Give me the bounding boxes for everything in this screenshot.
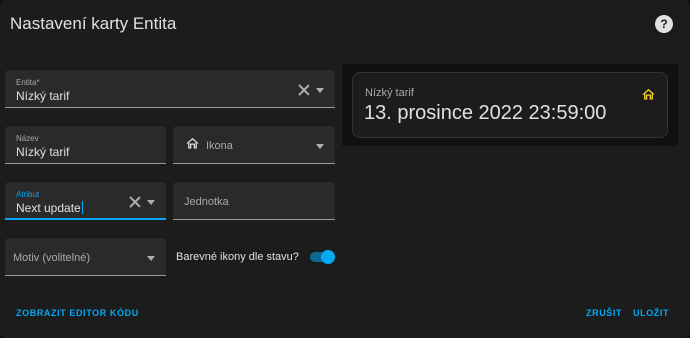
state-color-label: Barevné ikony dle stavu? (176, 251, 299, 263)
icon-picker-placeholder: Ikona (206, 140, 233, 152)
theme-dropdown-icon[interactable] (147, 256, 155, 261)
theme-select[interactable]: Motiv (volitelné) (5, 238, 166, 276)
attribute-field[interactable]: Atribut Next update (5, 182, 166, 220)
state-color-toggle[interactable] (321, 250, 335, 264)
home-outline-icon (186, 137, 199, 149)
icon-dropdown-icon[interactable] (316, 144, 324, 149)
clear-attribute-icon[interactable] (129, 196, 141, 208)
theme-select-placeholder: Motiv (volitelné) (13, 252, 91, 264)
preview-entity-name: Nízký tarif (365, 87, 414, 99)
attribute-field-value: Next update (16, 201, 81, 215)
name-field-label: Název (16, 134, 39, 143)
entity-field-value: Nízký tarif (16, 89, 70, 103)
attribute-field-label: Atribut (16, 190, 40, 199)
icon-picker-field[interactable]: Ikona (173, 126, 335, 164)
text-caret (81, 201, 83, 214)
preview-entity-state: 13. prosince 2022 23:59:00 (364, 102, 607, 124)
save-button[interactable]: ULOŽIT (633, 308, 669, 318)
card-config-dialog: Nastavení karty Entita ? Entita* Nízký t… (0, 0, 690, 338)
home-outline-icon (642, 88, 655, 100)
entity-dropdown-icon[interactable] (316, 88, 324, 93)
unit-field[interactable]: Jednotka (173, 182, 335, 220)
attribute-field-value-wrap: Next update (16, 201, 83, 215)
name-field-value: Nízký tarif (16, 145, 70, 159)
show-code-editor-button[interactable]: ZOBRAZIT EDITOR KÓDU (16, 308, 139, 318)
entity-field-label: Entita* (16, 78, 40, 87)
entity-field[interactable]: Entita* Nízký tarif (5, 70, 335, 108)
help-icon[interactable]: ? (655, 15, 673, 33)
clear-entity-icon[interactable] (298, 84, 310, 96)
dialog-title: Nastavení karty Entita (10, 14, 177, 33)
attribute-dropdown-icon[interactable] (147, 200, 155, 205)
name-field[interactable]: Název Nízký tarif (5, 126, 166, 164)
unit-field-placeholder: Jednotka (184, 196, 229, 208)
cancel-button[interactable]: ZRUŠIT (586, 308, 622, 318)
